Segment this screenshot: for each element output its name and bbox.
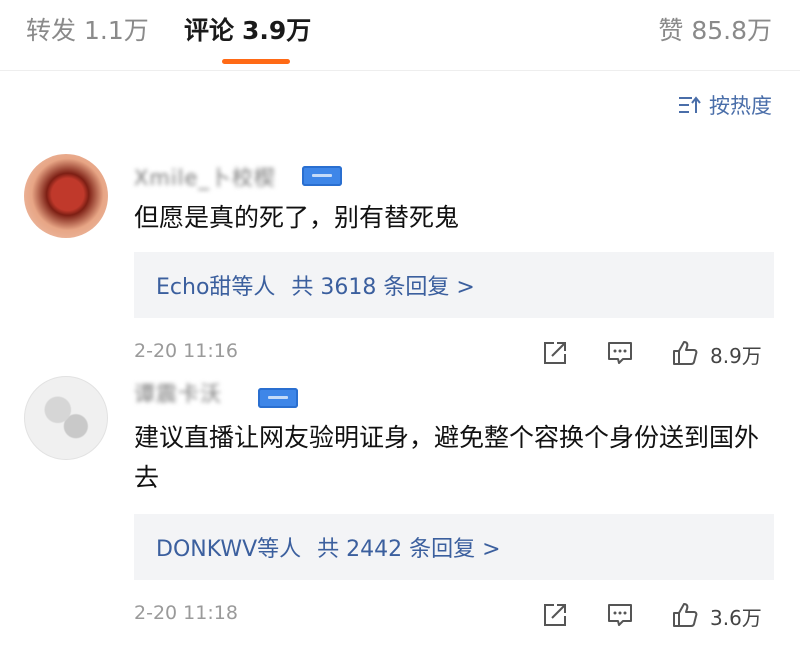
comment-text: 但愿是真的死了，别有替死鬼 (134, 203, 460, 232)
member-badge-icon (302, 166, 342, 186)
replies-summary[interactable]: DONKWV等人 共 2442 条回复 > (134, 514, 774, 580)
tab-bar: 转发 1.1万 评论 3.9万 赞 85.8万 (0, 0, 800, 71)
tab-comments-count: 3.9万 (242, 16, 312, 45)
replies-users: DONKWV等人 (156, 537, 302, 562)
share-icon[interactable] (540, 338, 570, 368)
comment-timestamp: 2-20 11:18 (134, 602, 238, 624)
tab-likes[interactable]: 赞 85.8万 (658, 14, 772, 48)
comment-text: 建议直播让网友验明证身，避免整个容换个身份送到国外去 (134, 423, 760, 492)
comment-icon[interactable] (605, 338, 635, 368)
like-count: 3.6万 (710, 606, 762, 630)
tab-comments[interactable]: 评论 3.9万 (184, 14, 311, 48)
comment-meta: 2-20 11:18 3.6万 (0, 598, 800, 634)
sort-lines-icon (679, 96, 701, 113)
tab-repost-count: 1.1万 (84, 16, 149, 45)
comment-username[interactable]: 谭震卡沃 (134, 378, 222, 408)
replies-count: 共 2442 条回复 > (317, 537, 501, 562)
sort-by-popularity-button[interactable]: 按热度 (677, 90, 772, 120)
replies-summary[interactable]: Echo甜等人 共 3618 条回复 > (134, 252, 774, 318)
replies-users: Echo甜等人 (156, 275, 276, 300)
tab-likes-count: 85.8万 (691, 16, 772, 45)
avatar[interactable] (24, 376, 108, 460)
tab-repost-label: 转发 (26, 16, 77, 45)
like-count: 8.9万 (710, 344, 762, 368)
comment-icon[interactable] (605, 600, 635, 630)
like-thumb-icon[interactable] (670, 338, 700, 368)
comment-meta: 2-20 11:16 8.9万 (0, 336, 800, 372)
share-icon[interactable] (540, 600, 570, 630)
replies-count: 共 3618 条回复 > (291, 275, 475, 300)
tab-repost[interactable]: 转发 1.1万 (26, 14, 149, 48)
comment-username[interactable]: Xmile_卜校楔 (134, 162, 276, 192)
tab-comments-label: 评论 (184, 16, 235, 45)
sort-label: 按热度 (709, 94, 772, 118)
member-badge-icon (258, 388, 298, 408)
like-thumb-icon[interactable] (670, 600, 700, 630)
avatar[interactable] (24, 154, 108, 238)
active-tab-indicator (222, 59, 290, 64)
comment-timestamp: 2-20 11:16 (134, 340, 238, 362)
tab-likes-label: 赞 (658, 16, 684, 45)
